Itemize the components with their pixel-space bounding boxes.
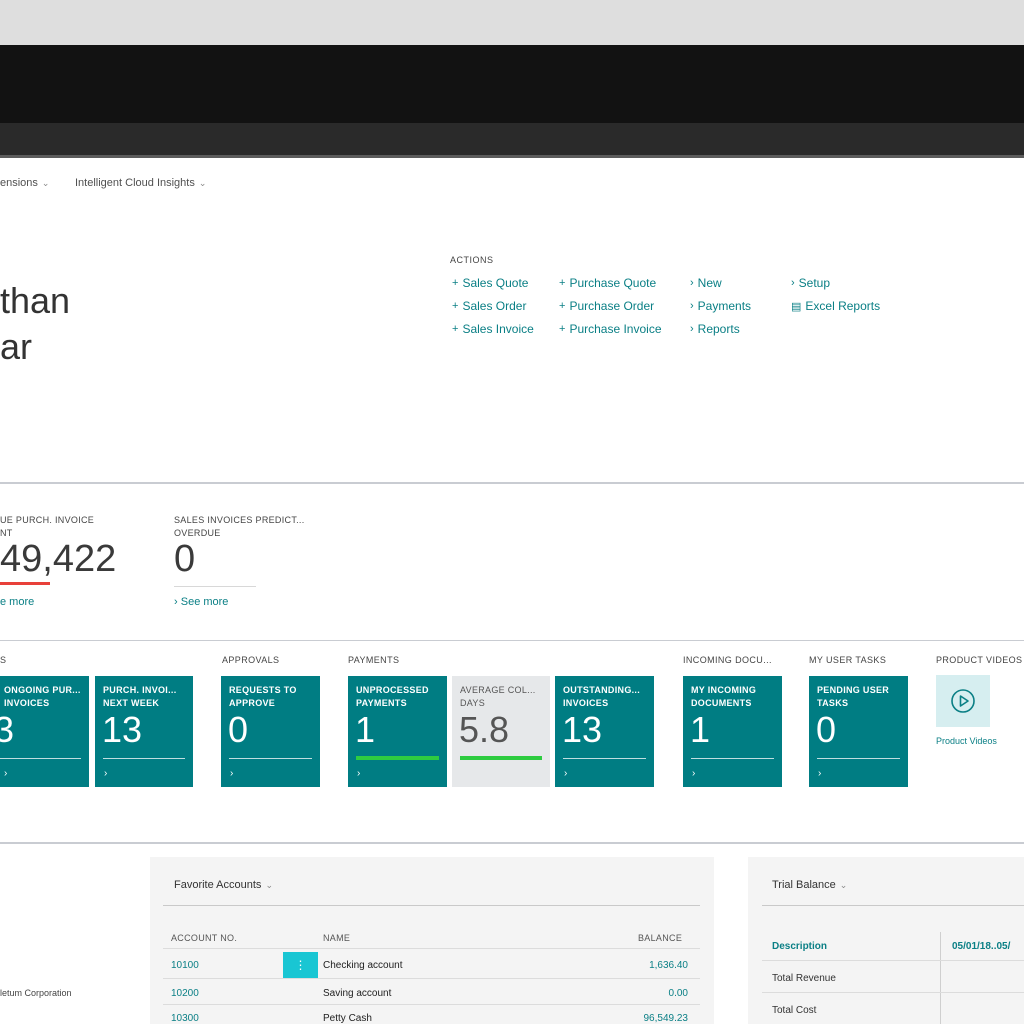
chevron-down-icon: ⌄ <box>198 177 207 188</box>
kpi-value[interactable]: 49,422 <box>0 539 116 579</box>
column-header-balance[interactable]: BALANCE <box>638 933 682 943</box>
chevron-down-icon: ⌄ <box>265 879 273 890</box>
see-more-link[interactable]: › See more <box>174 596 228 608</box>
account-no-link[interactable]: 10100 <box>171 960 199 971</box>
kpi-indicator <box>0 582 50 585</box>
kpi-title: UE PURCH. INVOICE NT <box>0 515 95 538</box>
progress-indicator <box>460 756 542 760</box>
trial-balance-title[interactable]: Trial Balance ⌄ <box>772 879 847 891</box>
section-divider <box>0 842 1024 844</box>
chevron-right-icon: › <box>174 596 178 608</box>
kpi-title: SALES INVOICES PREDICT... OVERDUE <box>174 515 305 538</box>
plus-icon: + <box>452 323 459 335</box>
chevron-right-icon: › <box>818 768 822 779</box>
action-new[interactable]: › New <box>690 276 722 290</box>
chevron-right-icon: › <box>230 768 234 779</box>
column-header-period[interactable]: 05/01/18..05/ <box>952 941 1010 952</box>
chevron-right-icon: › <box>4 768 8 779</box>
account-balance[interactable]: 0.00 <box>669 988 688 999</box>
chevron-right-icon: › <box>564 768 568 779</box>
action-sales-order[interactable]: + Sales Order <box>452 299 526 313</box>
row-menu-icon[interactable]: ⋮ <box>283 952 318 978</box>
action-setup[interactable]: › Setup <box>791 276 830 290</box>
app-header-strip <box>0 123 1024 158</box>
action-purchase-quote[interactable]: + Purchase Quote <box>559 276 656 290</box>
screen-frame <box>0 45 1024 123</box>
nav-item-extensions[interactable]: ensions ⌄ <box>0 177 49 189</box>
chevron-right-icon: › <box>357 768 361 779</box>
account-name: Checking account <box>323 960 403 971</box>
action-purchase-invoice[interactable]: + Purchase Invoice <box>559 322 662 336</box>
trial-balance-row: Total Cost <box>772 1005 817 1016</box>
group-label-approvals: APPROVALS <box>222 655 280 665</box>
tile-average-collection-days[interactable]: AVERAGE COL... DAYS 5.8 <box>452 676 550 787</box>
account-name: Saving account <box>323 988 392 999</box>
tile-my-incoming-documents[interactable]: MY INCOMING DOCUMENTS 1 › <box>683 676 782 787</box>
play-icon <box>951 689 975 713</box>
actions-heading: ACTIONS <box>450 255 494 265</box>
account-balance[interactable]: 96,549.23 <box>644 1013 689 1024</box>
group-label-product-videos: PRODUCT VIDEOS <box>936 655 1023 665</box>
group-label: S <box>0 655 7 665</box>
tile-pending-user-tasks[interactable]: PENDING USER TASKS 0 › <box>809 676 908 787</box>
plus-icon: + <box>559 323 566 335</box>
panel-rule <box>762 905 1024 906</box>
trial-balance-row: Total Revenue <box>772 973 836 984</box>
product-videos-link[interactable]: Product Videos <box>936 736 997 746</box>
nav-item-intelligent-cloud-insights[interactable]: Intelligent Cloud Insights ⌄ <box>75 177 206 189</box>
account-no-link[interactable]: 10300 <box>171 1013 199 1024</box>
chevron-right-icon: › <box>104 768 108 779</box>
user-name: than ar <box>0 278 70 370</box>
company-name[interactable]: letum Corporation <box>0 988 72 998</box>
action-payments[interactable]: › Payments <box>690 299 751 313</box>
nav-item-label: Intelligent Cloud Insights <box>75 177 195 189</box>
tile-outstanding-invoices[interactable]: OUTSTANDING... INVOICES 13 › <box>555 676 654 787</box>
column-header-description[interactable]: Description <box>772 941 827 952</box>
group-label-incoming-documents: INCOMING DOCU... <box>683 655 772 665</box>
action-excel-reports[interactable]: ▤ Excel Reports <box>791 299 880 313</box>
kpi-value[interactable]: 0 <box>174 539 195 579</box>
tile-unprocessed-payments[interactable]: UNPROCESSED PAYMENTS 1 › <box>348 676 447 787</box>
plus-icon: + <box>559 300 566 312</box>
see-more-link[interactable]: e more <box>0 596 34 608</box>
chevron-right-icon: › <box>692 768 696 779</box>
account-balance[interactable]: 1,636.40 <box>649 960 688 971</box>
column-header-account-no[interactable]: ACCOUNT NO. <box>171 933 237 943</box>
chevron-down-icon: ⌄ <box>41 177 50 188</box>
action-purchase-order[interactable]: + Purchase Order <box>559 299 654 313</box>
chevron-right-icon: › <box>690 300 694 312</box>
panel-rule <box>163 905 700 906</box>
section-divider <box>0 482 1024 484</box>
group-label-payments: PAYMENTS <box>348 655 400 665</box>
excel-icon: ▤ <box>791 300 802 313</box>
plus-icon: + <box>452 277 459 289</box>
header-edge <box>0 155 1024 158</box>
monitor-bezel <box>0 0 1024 48</box>
tile-purchase-invoices-next-week[interactable]: PURCH. INVOI... NEXT WEEK 13 › <box>95 676 193 787</box>
section-divider <box>0 640 1024 641</box>
action-sales-invoice[interactable]: + Sales Invoice <box>452 322 534 336</box>
account-name: Petty Cash <box>323 1013 372 1024</box>
progress-indicator <box>356 756 439 760</box>
product-videos-button[interactable] <box>936 675 990 727</box>
chevron-right-icon: › <box>791 277 795 289</box>
chevron-right-icon: › <box>690 323 694 335</box>
action-reports[interactable]: › Reports <box>690 322 740 336</box>
tile-ongoing-purchase-invoices[interactable]: ONGOING PUR... INVOICES 3 › <box>0 676 89 787</box>
group-label-my-user-tasks: MY USER TASKS <box>809 655 887 665</box>
plus-icon: + <box>559 277 566 289</box>
chevron-down-icon: ⌄ <box>839 879 848 890</box>
kpi-indicator <box>174 586 256 587</box>
favorite-accounts-title[interactable]: Favorite Accounts ⌄ <box>174 879 273 891</box>
account-no-link[interactable]: 10200 <box>171 988 199 999</box>
chevron-right-icon: › <box>690 277 694 289</box>
column-header-name[interactable]: NAME <box>323 933 350 943</box>
plus-icon: + <box>452 300 459 312</box>
tile-requests-to-approve[interactable]: REQUESTS TO APPROVE 0 › <box>221 676 320 787</box>
nav-item-label: ensions <box>0 177 38 189</box>
user-name-line: ar <box>0 326 33 367</box>
user-name-line: than <box>0 280 71 321</box>
action-sales-quote[interactable]: + Sales Quote <box>452 276 528 290</box>
